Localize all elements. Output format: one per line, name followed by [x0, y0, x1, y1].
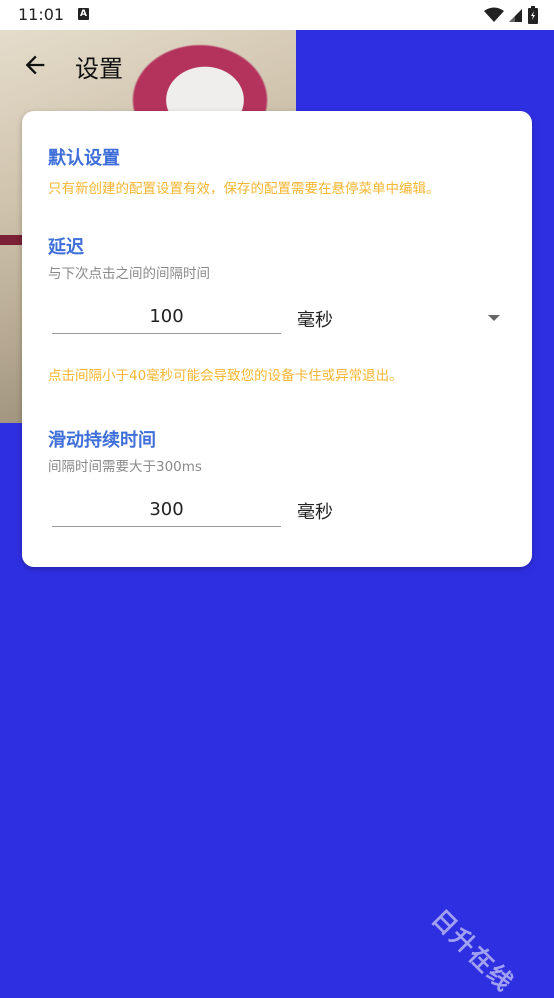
status-time: 11:01 — [18, 5, 65, 24]
default-settings-note: 只有新创建的配置设置有效，保存的配置需要在悬停菜单中编辑。 — [48, 181, 440, 197]
chevron-down-icon[interactable] — [488, 315, 500, 321]
default-settings-title: 默认设置 — [48, 148, 120, 169]
watermark: 日升在线 — [425, 904, 520, 998]
toolbar: 设置 — [0, 30, 554, 100]
battery-icon — [528, 6, 538, 24]
arrow-left-icon[interactable] — [21, 51, 49, 79]
delay-subtitle: 与下次点击之间的间隔时间 — [48, 266, 210, 282]
notification-a-icon: A — [78, 8, 89, 20]
swipe-duration-input[interactable] — [52, 492, 281, 527]
delay-warning: 点击间隔小于40毫秒可能会导致您的设备卡住或异常退出。 — [48, 368, 403, 384]
swipe-duration-unit: 毫秒 — [297, 502, 333, 523]
settings-card: 默认设置 只有新创建的配置设置有效，保存的配置需要在悬停菜单中编辑。 延迟 与下… — [22, 111, 532, 567]
signal-icon — [509, 9, 522, 22]
swipe-duration-title: 滑动持续时间 — [48, 430, 156, 451]
delay-title: 延迟 — [48, 237, 84, 258]
page-title: 设置 — [75, 55, 123, 83]
swipe-duration-subtitle: 间隔时间需要大于300ms — [48, 459, 202, 475]
delay-unit-select[interactable]: 毫秒 — [297, 306, 333, 332]
wifi-icon — [484, 7, 504, 22]
status-icons — [484, 6, 538, 24]
delay-input[interactable] — [52, 299, 281, 334]
status-bar: 11:01 A — [0, 0, 554, 30]
